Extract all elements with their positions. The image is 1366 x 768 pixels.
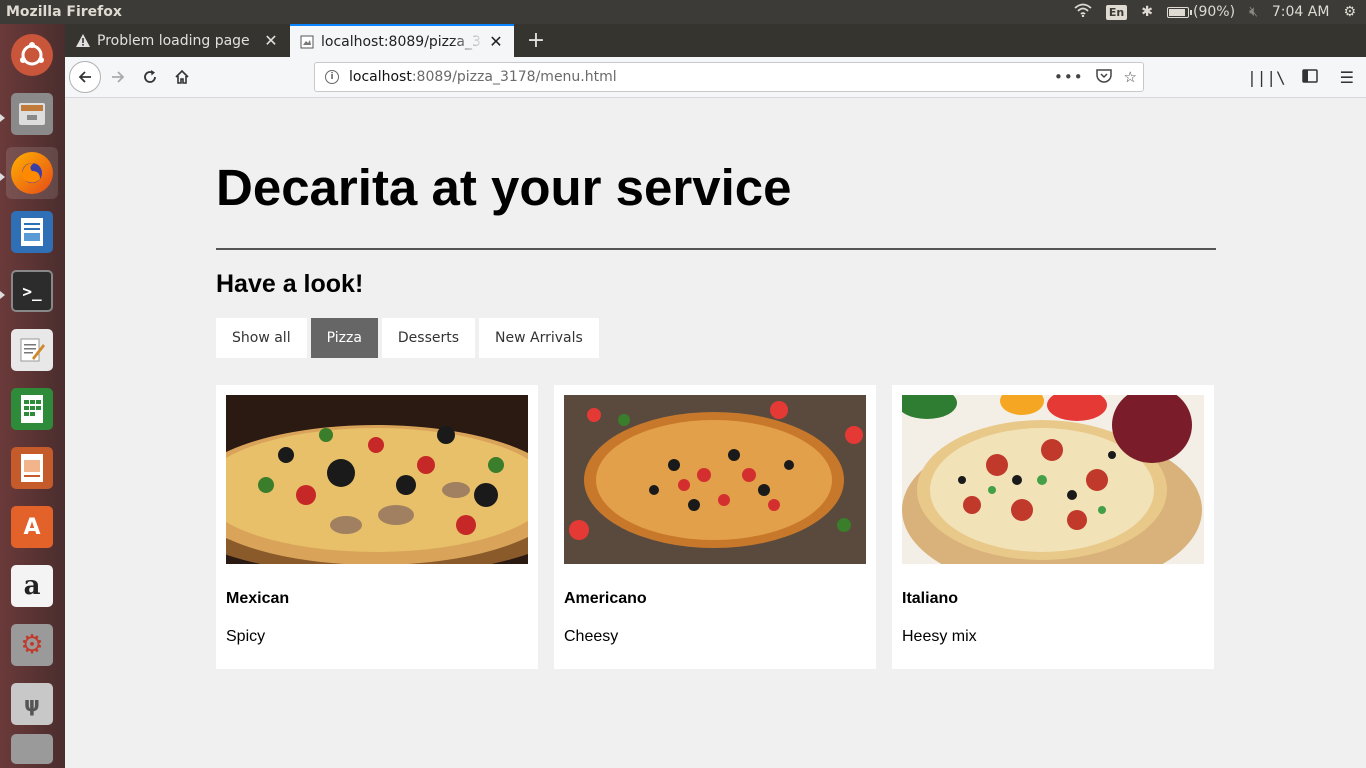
spreadsheet-icon [11,388,53,430]
menu-item-description: Cheesy [564,628,619,645]
warning-icon [75,33,91,49]
presentation-icon [11,447,53,489]
url-path: :8089/pizza_3178/menu.html [411,69,617,85]
launcher-amazon[interactable]: a [6,560,58,612]
url-actions: ••• ☆ [1054,63,1137,91]
wifi-icon[interactable] [1074,3,1092,21]
menu-item-description: Heesy mix [902,628,977,645]
amazon-icon: a [11,565,53,607]
usb-drive-icon: ψ [11,683,53,725]
launcher-usb-drive[interactable]: ψ [6,678,58,730]
gear-icon[interactable]: ⚙ [1343,4,1356,20]
bookmark-star-icon[interactable]: ☆ [1124,68,1137,86]
forward-button[interactable] [103,62,133,92]
back-button[interactable] [69,61,101,93]
menu-card[interactable]: Mexican Spicy [216,385,538,669]
new-tab-button[interactable]: + [520,24,552,57]
launcher-running-pip [0,291,5,299]
bluetooth-icon[interactable]: ✱ [1141,4,1153,20]
ubuntu-launcher: >_ A a ⚙ ψ [0,24,65,768]
tab-localhost-menu[interactable]: localhost:8089/pizza_3178 ✕ [290,24,514,57]
home-button[interactable] [167,62,197,92]
filter-show-all-button[interactable]: Show all [216,318,307,358]
filter-bar: Show all Pizza Desserts New Arrivals [216,318,599,358]
filter-new-arrivals-button[interactable]: New Arrivals [479,318,599,358]
launcher-text-editor[interactable] [6,324,58,376]
battery-icon [1167,6,1193,18]
title-divider [216,248,1216,250]
tab-title: localhost:8089/pizza_3178 [321,33,484,50]
page-icon [299,34,315,50]
launcher-running-pip [0,173,5,181]
launcher-trash[interactable] [6,731,58,767]
section-subtitle: Have a look! [216,270,364,298]
launcher-running-pip [0,114,5,122]
navigation-toolbar: i localhost:8089/pizza_3178/menu.html ••… [65,57,1366,98]
address-bar[interactable]: i localhost:8089/pizza_3178/menu.html ••… [314,62,1144,92]
launcher-impress[interactable] [6,442,58,494]
page-actions-icon[interactable]: ••• [1054,68,1084,86]
page-content: Decarita at your service Have a look! Sh… [65,98,1366,768]
pocket-icon[interactable] [1095,68,1112,87]
file-cabinet-icon [11,93,53,135]
battery-indicator[interactable]: (90%) [1167,4,1235,20]
terminal-icon: >_ [11,270,53,312]
menu-item-name: Mexican [226,590,290,607]
launcher-terminal[interactable]: >_ [6,265,58,317]
url-host: localhost [349,69,412,85]
menu-card[interactable]: Italiano Heesy mix [892,385,1214,669]
site-info-icon[interactable]: i [325,70,339,84]
writer-document-icon [11,211,53,253]
launcher-software-center[interactable]: A [6,501,58,553]
pizza-photo-americano [564,395,866,564]
reload-button[interactable] [135,62,165,92]
close-icon[interactable]: ✕ [484,32,508,51]
launcher-system-settings[interactable]: ⚙ [6,619,58,671]
tab-title: Problem loading page [97,32,250,49]
launcher-writer[interactable] [6,206,58,258]
menu-card-grid: Mexican Spicy Americano Cheesy Italiano … [216,385,1214,669]
active-app-title: Mozilla Firefox [6,4,122,20]
system-tray: En ✱ (90%) 🔇︎ 7:04 AM ⚙ [1074,0,1366,24]
library-icon[interactable]: |||\ [1247,68,1286,87]
keyboard-layout-indicator[interactable]: En [1105,4,1128,20]
filter-desserts-button[interactable]: Desserts [381,318,476,358]
trash-icon [11,734,53,764]
menu-hamburger-icon[interactable]: ☰ [1340,68,1354,87]
menu-item-name: Americano [564,590,647,607]
launcher-files[interactable] [6,88,58,140]
volume-muted-icon[interactable]: 🔇︎ [1249,4,1258,20]
ubuntu-logo-icon [11,34,53,76]
launcher-calc[interactable] [6,383,58,435]
clock[interactable]: 7:04 AM [1272,4,1330,20]
pizza-photo-italiano [902,395,1204,564]
launcher-firefox[interactable] [6,147,58,199]
firefox-icon [11,152,53,194]
system-top-panel: Mozilla Firefox En ✱ (90%) 🔇︎ 7:04 AM ⚙ [0,0,1366,24]
tab-problem-loading[interactable]: Problem loading page ✕ [65,24,289,57]
menu-item-name: Italiano [902,590,959,607]
close-icon[interactable]: ✕ [259,31,283,50]
menu-card[interactable]: Americano Cheesy [554,385,876,669]
filter-pizza-button[interactable]: Pizza [310,318,378,358]
launcher-ubuntu-home[interactable] [6,29,58,81]
software-center-icon: A [11,506,53,548]
battery-fill [1169,8,1186,16]
settings-wrench-icon: ⚙ [11,624,53,666]
page-title: Decarita at your service [216,159,792,216]
pizza-photo-mexican [226,395,528,564]
sidebar-icon[interactable] [1301,68,1318,87]
battery-percent: (90%) [1193,4,1236,20]
text-editor-icon [11,329,53,371]
browser-tab-strip: Problem loading page ✕ localhost:8089/pi… [65,24,1366,57]
menu-item-description: Spicy [226,628,266,645]
toolbar-right: |||\ ☰ [1247,62,1366,92]
